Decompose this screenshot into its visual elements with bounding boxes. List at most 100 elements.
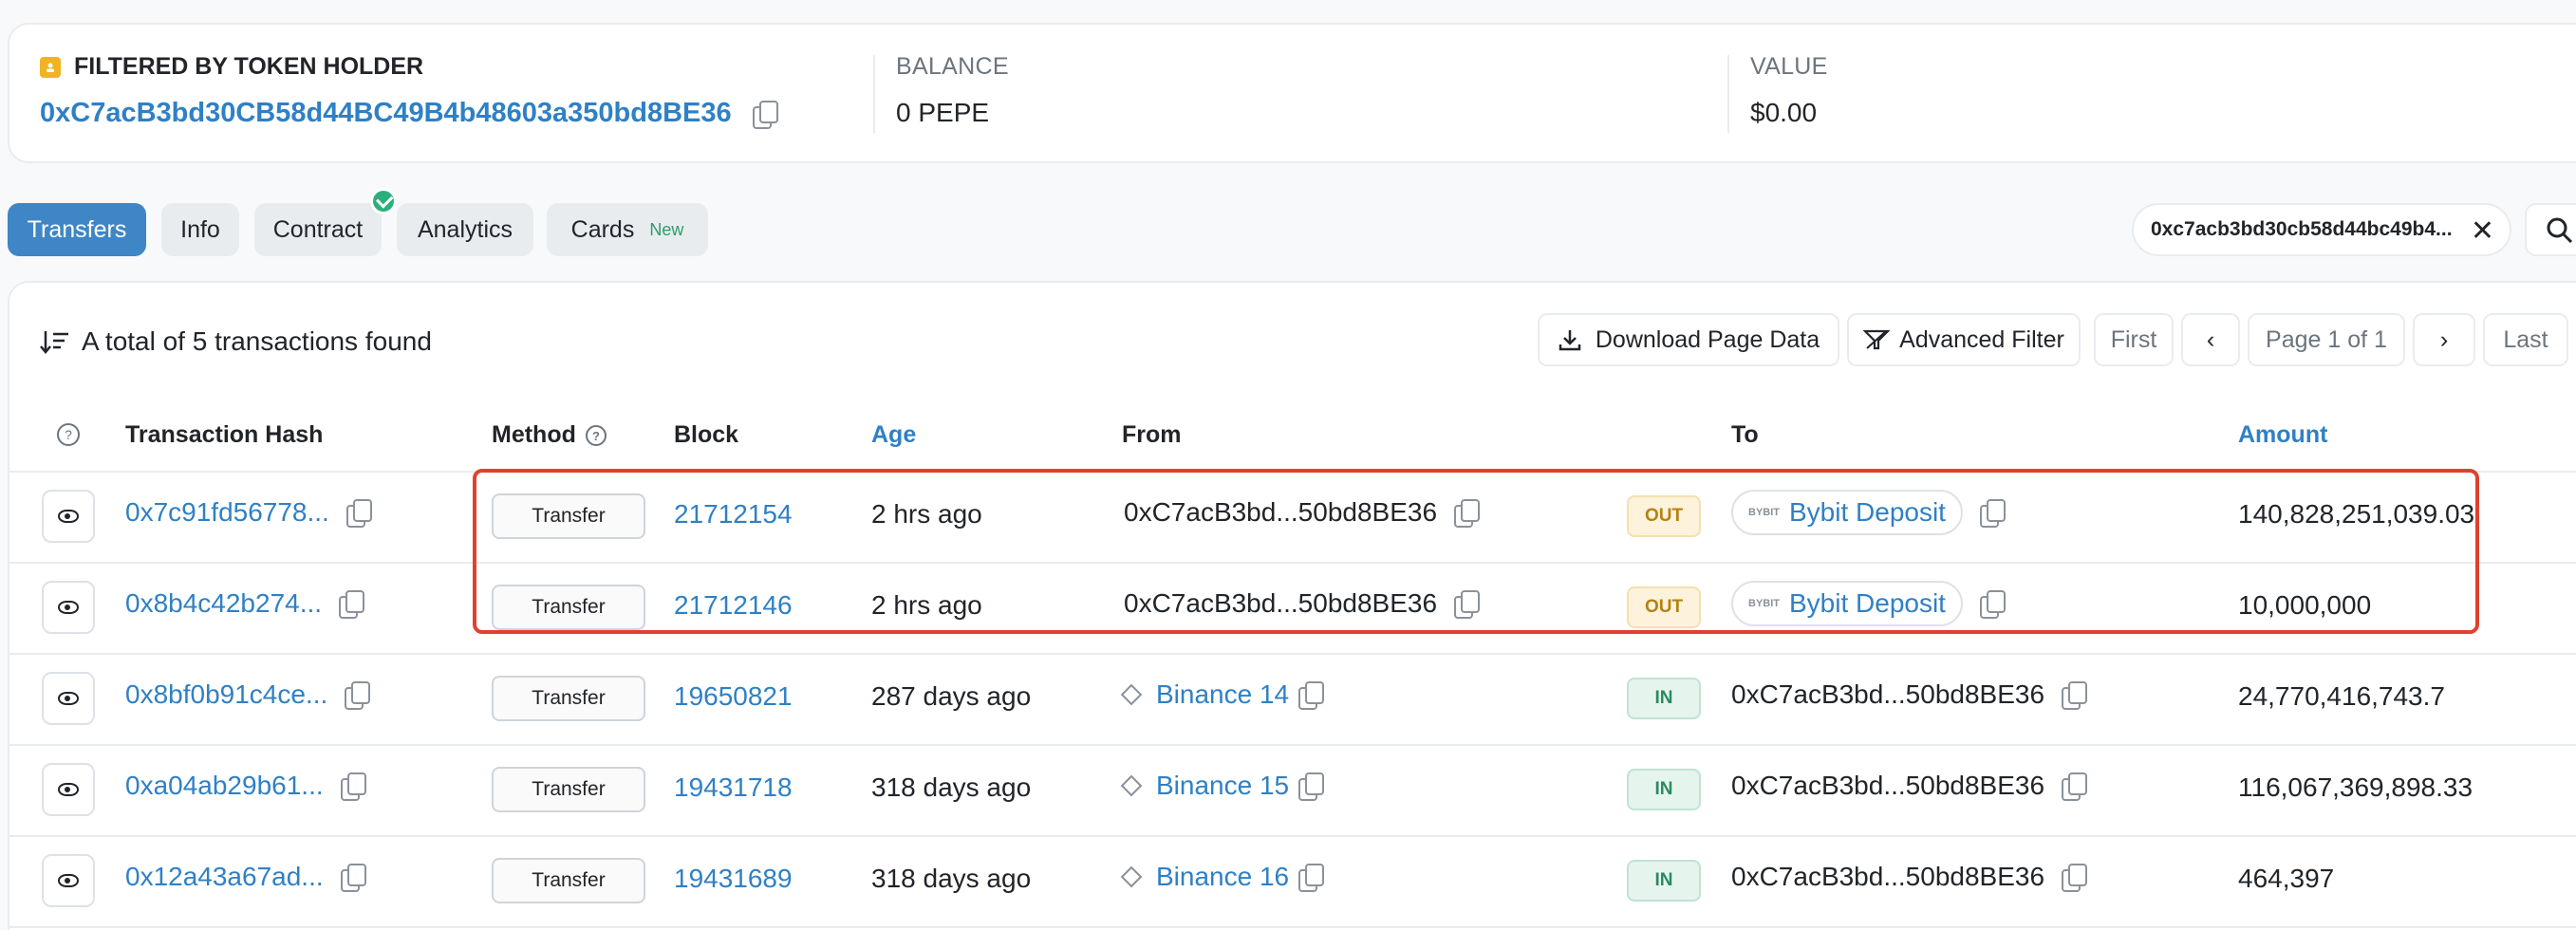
eye-icon xyxy=(58,601,79,614)
to-address[interactable]: 0xC7acB3bd...50bd8BE36 xyxy=(1731,679,2044,710)
from-label[interactable]: Binance 15 xyxy=(1156,771,1289,801)
tx-hash-link[interactable]: 0x12a43a67ad... xyxy=(125,862,324,892)
block-link[interactable]: 19431718 xyxy=(674,772,793,803)
copy-icon[interactable] xyxy=(345,499,372,528)
divider xyxy=(9,835,2576,837)
copy-icon[interactable] xyxy=(2062,681,2088,710)
first-page-button[interactable]: First xyxy=(2094,313,2174,366)
col-transaction-hash: Transaction Hash xyxy=(125,421,324,448)
help-icon[interactable]: ? xyxy=(584,423,608,448)
token-holder-card: FILTERED BY TOKEN HOLDER 0xC7acB3bd30CB5… xyxy=(8,23,2576,163)
help-icon[interactable]: ? xyxy=(55,421,82,448)
divider xyxy=(9,653,2576,655)
col-method-label: Method xyxy=(492,421,576,448)
copy-icon[interactable] xyxy=(1298,772,1325,801)
to-address[interactable]: 0xC7acB3bd...50bd8BE36 xyxy=(1731,862,2044,892)
preview-button[interactable] xyxy=(42,672,95,725)
from-label[interactable]: Binance 14 xyxy=(1156,679,1289,710)
address-filter-value: 0xc7acb3bd30cb58d44bc49b4... xyxy=(2151,218,2453,240)
tx-hash-cell: 0x8b4c42b274... xyxy=(125,588,365,619)
next-page-button[interactable]: › xyxy=(2413,313,2475,366)
copy-icon[interactable] xyxy=(2062,864,2088,892)
tab-contract[interactable]: Contract xyxy=(254,203,382,256)
download-page-data-button[interactable]: Download Page Data xyxy=(1538,313,1839,366)
svg-text:?: ? xyxy=(592,429,600,443)
balance-section: BALANCE 0 PEPE xyxy=(896,53,1009,128)
to-cell: 0xC7acB3bd...50bd8BE36 xyxy=(1731,862,2088,892)
highlight-box xyxy=(473,469,2479,634)
holder-address-link[interactable]: 0xC7acB3bd30CB58d44BC49B4b48603a350bd8BE… xyxy=(40,98,732,129)
tx-hash-cell: 0x8bf0b91c4ce... xyxy=(125,679,371,710)
contract-icon xyxy=(1120,865,1143,888)
holder-badge-icon xyxy=(40,56,61,78)
download-label: Download Page Data xyxy=(1595,326,1820,353)
balance-value: 0 PEPE xyxy=(896,98,990,127)
tab-transfers[interactable]: Transfers xyxy=(8,203,146,256)
svg-text:?: ? xyxy=(65,427,72,442)
tx-hash-link[interactable]: 0xa04ab29b61... xyxy=(125,771,324,801)
holder-title: FILTERED BY TOKEN HOLDER xyxy=(40,53,777,81)
value-label: VALUE xyxy=(1750,53,1828,80)
tab-info[interactable]: Info xyxy=(161,203,239,256)
divider xyxy=(1727,55,1729,133)
copy-icon[interactable] xyxy=(345,681,371,710)
direction-badge: IN xyxy=(1627,769,1701,810)
from-label[interactable]: Binance 16 xyxy=(1156,862,1289,892)
last-label: Last xyxy=(2503,326,2548,353)
eye-icon xyxy=(58,783,79,796)
eye-icon xyxy=(58,510,79,523)
tx-hash-link[interactable]: 0x8bf0b91c4ce... xyxy=(125,679,327,710)
col-block: Block xyxy=(674,421,739,448)
to-cell: 0xC7acB3bd...50bd8BE36 xyxy=(1731,679,2088,710)
preview-button[interactable] xyxy=(42,763,95,816)
copy-icon[interactable] xyxy=(2062,772,2088,801)
tab-label: Transfers xyxy=(27,215,127,243)
copy-icon[interactable] xyxy=(1298,864,1325,892)
address-filter-chip[interactable]: 0xc7acb3bd30cb58d44bc49b4... ✕ xyxy=(2132,203,2511,256)
copy-icon[interactable] xyxy=(1298,681,1325,710)
download-icon xyxy=(1559,330,1581,351)
method-tag: Transfer xyxy=(492,676,645,721)
last-page-button[interactable]: Last xyxy=(2483,313,2568,366)
tab-analytics[interactable]: Analytics xyxy=(397,203,533,256)
tx-hash-cell: 0x12a43a67ad... xyxy=(125,862,366,892)
prev-page-button[interactable]: ‹ xyxy=(2181,313,2240,366)
page-indicator: Page 1 of 1 xyxy=(2248,313,2405,366)
advanced-filter-button[interactable]: Advanced Filter xyxy=(1847,313,2081,366)
col-to: To xyxy=(1731,421,1759,448)
block-link[interactable]: 19650821 xyxy=(674,681,793,712)
from-cell: Binance 16 xyxy=(1120,862,1325,892)
balance-label: BALANCE xyxy=(896,53,1009,80)
page-indicator-label: Page 1 of 1 xyxy=(2266,326,2387,353)
copy-icon[interactable] xyxy=(752,100,778,129)
preview-button[interactable] xyxy=(42,581,95,634)
preview-button[interactable] xyxy=(42,854,95,907)
to-address[interactable]: 0xC7acB3bd...50bd8BE36 xyxy=(1731,771,2044,801)
holder-address-row: 0xC7acB3bd30CB58d44BC49B4b48603a350bd8BE… xyxy=(40,98,778,129)
tx-hash-link[interactable]: 0x7c91fd56778... xyxy=(125,497,329,528)
copy-icon[interactable] xyxy=(339,590,365,619)
tab-label: Contract xyxy=(272,215,364,243)
age-cell: 318 days ago xyxy=(871,864,1032,893)
to-cell: 0xC7acB3bd...50bd8BE36 xyxy=(1731,771,2088,801)
tab-label: Info xyxy=(180,215,220,243)
divider xyxy=(9,926,2576,928)
copy-icon[interactable] xyxy=(340,772,366,801)
col-age[interactable]: Age xyxy=(871,421,916,449)
col-amount[interactable]: Amount xyxy=(2238,421,2327,449)
tab-cards[interactable]: Cards New xyxy=(547,203,708,256)
age-cell: 318 days ago xyxy=(871,772,1032,802)
tx-hash-cell: 0x7c91fd56778... xyxy=(125,497,372,528)
preview-button[interactable] xyxy=(42,490,95,543)
copy-icon[interactable] xyxy=(340,864,366,892)
search-button[interactable] xyxy=(2525,203,2576,256)
block-link[interactable]: 19431689 xyxy=(674,864,793,894)
close-icon[interactable]: ✕ xyxy=(2471,214,2494,248)
tab-label: Analytics xyxy=(417,215,513,243)
value-amount: $0.00 xyxy=(1750,98,1818,127)
sort-icon xyxy=(40,331,68,354)
summary-text: A total of 5 transactions found xyxy=(82,326,432,356)
tx-hash-link[interactable]: 0x8b4c42b274... xyxy=(125,588,322,619)
method-tag: Transfer xyxy=(492,767,645,812)
method-tag: Transfer xyxy=(492,858,645,903)
